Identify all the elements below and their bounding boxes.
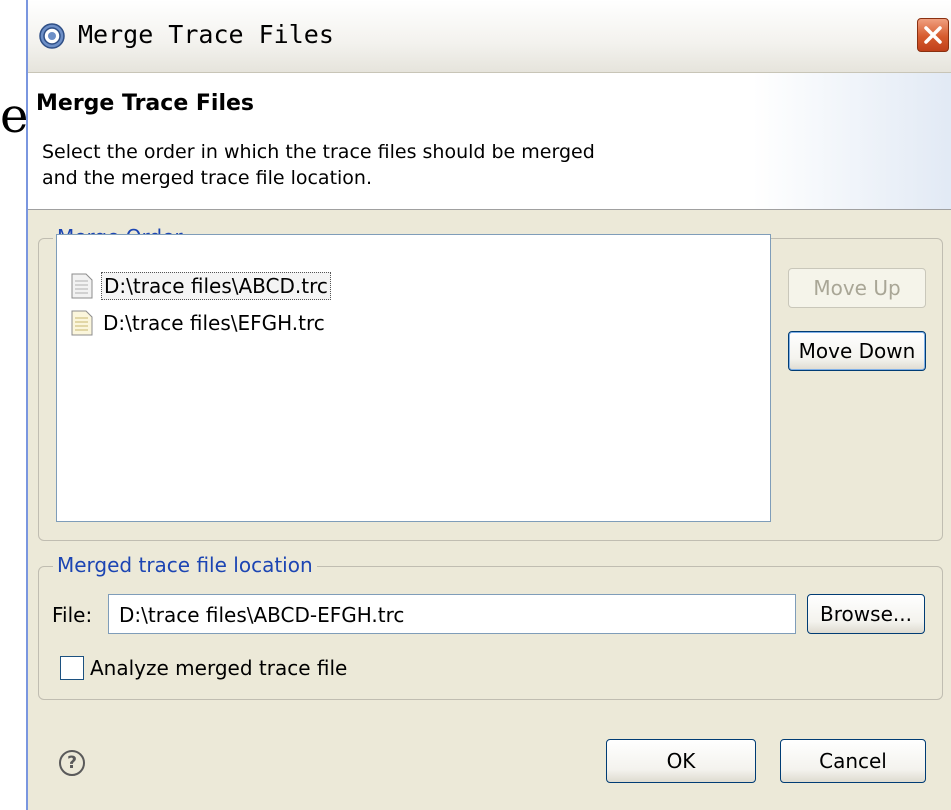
page-description-line-1: Select the order in which the trace file… [42, 141, 595, 163]
list-item-label: D:\trace files\ABCD.trc [101, 272, 331, 300]
gear-icon [39, 23, 65, 49]
file-icon [71, 310, 93, 336]
merged-location-group-label: Merged trace file location [53, 553, 317, 577]
move-up-button[interactable]: Move Up [788, 268, 926, 308]
file-label: File: [52, 603, 93, 627]
browse-button[interactable]: Browse... [807, 594, 925, 634]
window-title: Merge Trace Files [78, 20, 334, 49]
analyze-checkbox[interactable] [60, 656, 84, 680]
wizard-header: Merge Trace Files Select the order in wh… [28, 73, 951, 210]
page-description-line-2: and the merged trace file location. [42, 167, 373, 189]
ok-button[interactable]: OK [606, 739, 756, 783]
file-path-field[interactable]: D:\trace files\ABCD-EFGH.trc [108, 594, 796, 634]
move-down-button[interactable]: Move Down [788, 331, 926, 371]
list-item[interactable]: D:\trace files\ABCD.trc [71, 271, 331, 301]
list-item-label: D:\trace files\EFGH.trc [103, 311, 325, 335]
background-text-fragment: e [0, 88, 26, 144]
cancel-button[interactable]: Cancel [780, 739, 926, 783]
close-button[interactable] [917, 18, 949, 52]
help-icon[interactable]: ? [59, 750, 85, 776]
title-bar[interactable]: Merge Trace Files [28, 0, 951, 73]
merge-trace-files-dialog: Merge Trace Files Merge Trace Files Sele… [26, 0, 951, 810]
list-item[interactable]: D:\trace files\EFGH.trc [71, 308, 327, 338]
close-icon [924, 26, 942, 44]
trace-files-list[interactable]: D:\trace files\ABCD.trc D:\trace files\E… [56, 234, 771, 522]
page-title: Merge Trace Files [36, 91, 255, 116]
analyze-checkbox-label: Analyze merged trace file [90, 656, 348, 680]
file-icon [71, 273, 93, 299]
